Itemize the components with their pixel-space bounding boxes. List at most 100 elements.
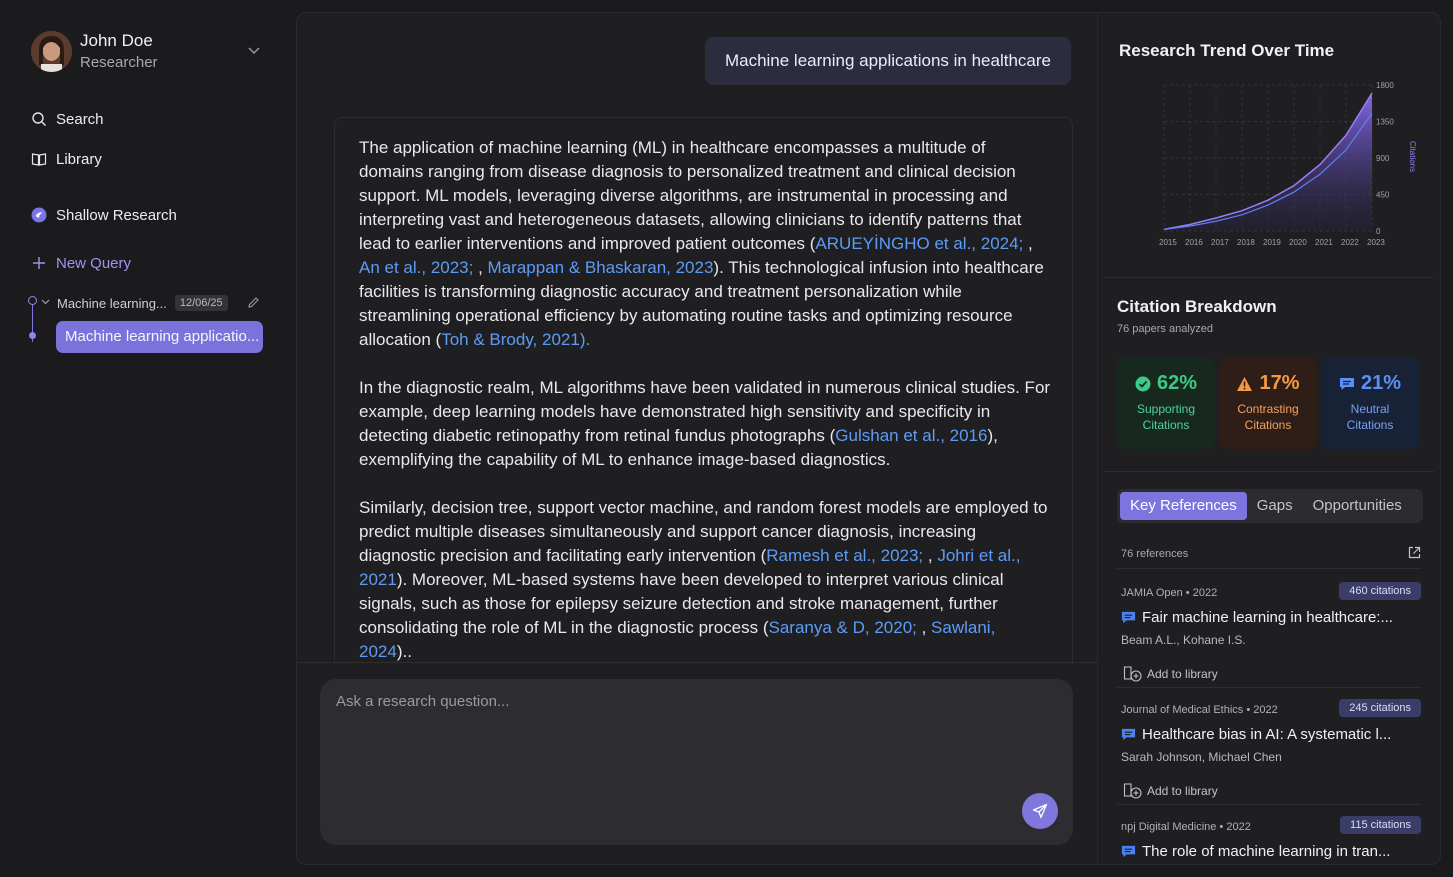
- trend-title: Research Trend Over Time: [1119, 41, 1335, 60]
- breakdown-title: Citation Breakdown: [1117, 297, 1277, 316]
- contrasting-label: Contrasting: [1237, 402, 1299, 416]
- question-input[interactable]: [336, 693, 1016, 710]
- x-tick-label: 2022: [1341, 238, 1359, 247]
- new-query-button[interactable]: New Query: [31, 252, 131, 274]
- send-icon: [1032, 803, 1048, 819]
- citation-link[interactable]: An et al., 2023;: [359, 258, 473, 277]
- warning-icon: [1237, 376, 1253, 391]
- citation-link[interactable]: Toh & Brody, 2021).: [441, 330, 590, 349]
- nav-search-label: Search: [56, 110, 104, 128]
- insights-panel: Research Trend Over Time 2015 2016 2017 201…: [1097, 12, 1441, 865]
- citation-count-badge: 460 citations: [1339, 582, 1421, 600]
- nav-search[interactable]: Search: [31, 108, 104, 130]
- new-query-label: New Query: [56, 254, 132, 272]
- divider: [1117, 687, 1421, 688]
- citation-link[interactable]: Saranya & D, 2020;: [769, 618, 917, 637]
- comment-icon: [1121, 845, 1136, 858]
- neutral-stat[interactable]: 21% Neutral Citations: [1321, 357, 1419, 449]
- send-button[interactable]: [1022, 793, 1058, 829]
- tree-node-dot: [29, 332, 36, 339]
- avatar: [31, 30, 72, 72]
- research-mode-label: Shallow Research: [56, 206, 177, 224]
- tab-gaps[interactable]: Gaps: [1247, 492, 1303, 520]
- x-tick-label: 2019: [1263, 238, 1281, 247]
- trend-chart: 2015 2016 2017 2018 2019 2020 2021 2022 2023 0 450…: [1159, 81, 1417, 247]
- reference-meta: JAMIA Open • 2022: [1121, 587, 1218, 599]
- add-to-library-button[interactable]: Add to library: [1123, 782, 1218, 800]
- citation-link[interactable]: Ramesh et al., 2023;: [766, 546, 923, 565]
- check-circle-icon: [1135, 376, 1151, 391]
- add-to-library-icon: [1123, 666, 1142, 682]
- y-tick-label: 450: [1376, 191, 1390, 200]
- contrasting-value: 17%: [1259, 372, 1300, 394]
- references-count: 76 references: [1121, 548, 1189, 560]
- answer-paragraph: Similarly, decision tree, support vector…: [359, 496, 1052, 664]
- answer-paragraph: In the diagnostic realm, ML algorithms h…: [359, 376, 1052, 472]
- breakdown-subtitle: 76 papers analyzed: [1117, 323, 1214, 335]
- references-tabs: Key References Gaps Opportunities: [1117, 489, 1423, 523]
- user-query-bubble: Machine learning applications in healthc…: [704, 37, 1071, 85]
- tab-opportunities[interactable]: Opportunities: [1303, 492, 1412, 520]
- book-icon: [31, 151, 47, 167]
- chevron-down-icon[interactable]: [247, 43, 261, 62]
- citation-link[interactable]: ARUEYİNGHO et al., 2024;: [815, 234, 1023, 253]
- comment-icon: [1121, 728, 1136, 741]
- divider: [297, 662, 1099, 663]
- composer: [320, 679, 1073, 845]
- neutral-label: Neutral: [1350, 402, 1390, 416]
- reference-meta: Journal of Medical Ethics • 2022: [1121, 704, 1278, 716]
- x-tick-label: 2020: [1289, 238, 1307, 247]
- answer-text-span: ,: [1023, 234, 1033, 253]
- pencil-icon[interactable]: [247, 296, 260, 314]
- answer-text-span: ,: [473, 258, 488, 277]
- reference-title[interactable]: Healthcare bias in AI: A systematic l...: [1142, 726, 1391, 743]
- sidebar: John Doe Researcher Search Library Shall…: [0, 0, 296, 877]
- answer-text-span: ,: [923, 546, 938, 565]
- research-mode-selector[interactable]: Shallow Research: [31, 204, 177, 226]
- citation-link[interactable]: Gulshan et al., 2016: [835, 426, 987, 445]
- history-parent-label: Machine learning...: [57, 295, 167, 311]
- history-child-item[interactable]: Machine learning applicatio...: [56, 321, 263, 353]
- nav-library[interactable]: Library: [31, 148, 102, 170]
- external-link-icon[interactable]: [1408, 546, 1421, 564]
- tab-key-references[interactable]: Key References: [1120, 492, 1247, 520]
- supporting-stat[interactable]: 62% Supporting Citations: [1117, 357, 1215, 449]
- y-tick-label: 1350: [1376, 118, 1394, 127]
- history-date-badge: 12/06/25: [174, 295, 228, 311]
- y-tick-label: 900: [1376, 154, 1390, 163]
- divider: [1117, 568, 1421, 569]
- history-parent-item[interactable]: Machine learning... 12/06/25: [41, 295, 228, 311]
- neutral-value: 21%: [1360, 372, 1402, 394]
- user-role: Researcher: [80, 53, 158, 71]
- nav-library-label: Library: [56, 150, 102, 168]
- divider: [1104, 471, 1434, 472]
- x-tick-label: 2021: [1315, 238, 1333, 247]
- divider: [1117, 804, 1421, 805]
- add-to-library-label: Add to library: [1147, 667, 1218, 681]
- citation-link[interactable]: Marappan & Bhaskaran, 2023: [488, 258, 714, 277]
- comment-icon: [1121, 611, 1136, 624]
- user-name: John Doe: [80, 30, 153, 50]
- answer-card: The application of machine learning (ML)…: [334, 117, 1073, 664]
- reference-title[interactable]: Fair machine learning in healthcare:...: [1142, 609, 1393, 626]
- citation-count-badge: 245 citations: [1339, 699, 1421, 717]
- answer-text: The application of machine learning (ML)…: [335, 118, 1072, 664]
- divider: [1104, 277, 1434, 278]
- reference-title[interactable]: The role of machine learning in tran...: [1142, 843, 1390, 860]
- x-tick-label: 2016: [1185, 238, 1203, 247]
- y-tick-label: 1800: [1376, 81, 1394, 90]
- trend-area: [1164, 93, 1372, 231]
- reference-meta: npj Digital Medicine • 2022: [1121, 821, 1251, 833]
- reference-authors: Beam A.L., Kohane I.S.: [1121, 633, 1246, 647]
- x-tick-label: 2023: [1367, 238, 1385, 247]
- citation-count-badge: 115 citations: [1340, 816, 1421, 834]
- answer-text-span: ,: [916, 618, 932, 637]
- x-tick-label: 2018: [1237, 238, 1255, 247]
- user-profile[interactable]: John Doe Researcher: [31, 29, 271, 73]
- x-tick-label: 2015: [1159, 238, 1177, 247]
- contrasting-stat[interactable]: 17% Contrasting Citations: [1219, 357, 1317, 449]
- add-to-library-button[interactable]: Add to library: [1123, 665, 1218, 683]
- chevron-down-icon[interactable]: [41, 297, 50, 309]
- supporting-label-2: Citations: [1142, 418, 1190, 432]
- plus-icon: [31, 255, 47, 271]
